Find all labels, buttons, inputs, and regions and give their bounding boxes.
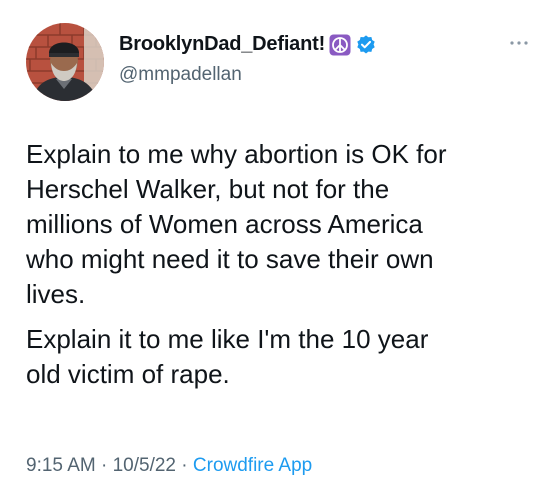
more-options-icon[interactable] xyxy=(506,36,532,50)
author-name-row[interactable]: BrooklynDad_Defiant! xyxy=(119,33,377,56)
meta-separator: · xyxy=(95,455,113,476)
avatar[interactable] xyxy=(26,23,104,101)
tweet-time[interactable]: 9:15 AM xyxy=(26,455,96,476)
verified-badge-icon xyxy=(355,34,377,56)
tweet-text: Explain to me why abortion is OK for Her… xyxy=(26,137,531,392)
tweet-paragraph: Explain to me why abortion is OK for Her… xyxy=(26,139,447,309)
meta-separator: · xyxy=(176,455,193,476)
tweet-paragraph: Explain it to me like I'm the 10 year ol… xyxy=(26,324,429,389)
tweet-source-link[interactable]: Crowdfire App xyxy=(193,455,312,476)
user-handle[interactable]: @mmpadellan xyxy=(119,64,242,86)
tweet-card: BrooklynDad_Defiant! @mmpadellan Explain… xyxy=(0,0,549,501)
tweet-meta: 9:15 AM · 10/5/22 · Crowdfire App xyxy=(26,455,312,477)
tweet-date[interactable]: 10/5/22 xyxy=(113,455,176,476)
display-name[interactable]: BrooklynDad_Defiant! xyxy=(119,33,325,56)
peace-symbol-icon xyxy=(329,34,351,56)
